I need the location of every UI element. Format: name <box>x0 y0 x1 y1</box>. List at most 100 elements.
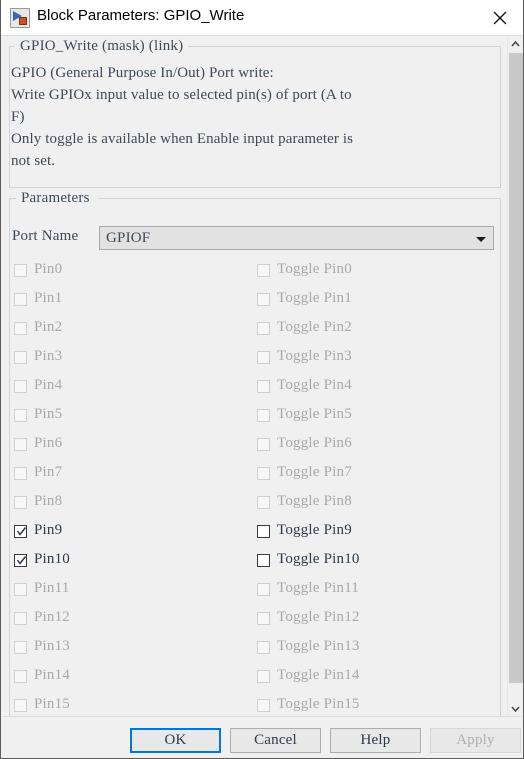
toggle-label-pin8: Toggle Pin8 <box>277 493 352 509</box>
toggle-label-pin10: Toggle Pin10 <box>277 551 360 567</box>
pin-label-pin0: Pin0 <box>34 261 63 277</box>
pin-row: Pin11 Toggle Pin11 <box>1 578 501 607</box>
toggle-checkbox-pin15 <box>257 699 270 712</box>
pin-label-pin4: Pin4 <box>34 377 63 393</box>
port-name-value: GPIOF <box>106 230 151 246</box>
toggle-label-pin9: Toggle Pin9 <box>277 522 352 538</box>
toggle-label-pin12: Toggle Pin12 <box>277 609 360 625</box>
pin-checkbox-pin5 <box>14 409 27 422</box>
pin-row: Pin1 Toggle Pin1 <box>1 288 501 317</box>
toggle-checkbox-pin11 <box>257 583 270 596</box>
toggle-label-pin13: Toggle Pin13 <box>277 638 360 654</box>
port-name-dropdown[interactable]: GPIOF <box>99 226 494 250</box>
toggle-label-pin4: Toggle Pin4 <box>277 377 352 393</box>
toggle-checkbox-pin1 <box>257 293 270 306</box>
pin-label-pin14: Pin14 <box>34 667 71 683</box>
toggle-checkbox-pin3 <box>257 351 270 364</box>
pin-label-pin1: Pin1 <box>34 290 63 306</box>
pin-checkbox-pin0 <box>14 264 27 277</box>
toggle-checkbox-pin5 <box>257 409 270 422</box>
pin-row: Pin2 Toggle Pin2 <box>1 317 501 346</box>
pin-label-pin9: Pin9 <box>34 522 63 538</box>
pin-row: Pin10 Toggle Pin10 <box>1 549 501 578</box>
toggle-checkbox-pin10[interactable] <box>257 554 270 567</box>
pin-checkbox-pin7 <box>14 467 27 480</box>
pin-label-pin6: Pin6 <box>34 435 63 451</box>
pin-label-pin13: Pin13 <box>34 638 71 654</box>
pin-row: Pin6 Toggle Pin6 <box>1 433 501 462</box>
toggle-label-pin3: Toggle Pin3 <box>277 348 352 364</box>
pin-checkbox-pin14 <box>14 670 27 683</box>
pin-label-pin7: Pin7 <box>34 464 63 480</box>
pin-row: Pin13 Toggle Pin13 <box>1 636 501 665</box>
pin-checkbox-pin13 <box>14 641 27 654</box>
pin-row: Pin7 Toggle Pin7 <box>1 462 501 491</box>
port-name-label: Port Name <box>12 228 79 244</box>
pin-checkbox-pin1 <box>14 293 27 306</box>
pin-label-pin5: Pin5 <box>34 406 63 422</box>
toggle-checkbox-pin14 <box>257 670 270 683</box>
pin-label-pin10: Pin10 <box>34 551 71 567</box>
ok-button[interactable]: OK <box>130 728 221 753</box>
toggle-label-pin2: Toggle Pin2 <box>277 319 352 335</box>
toggle-checkbox-pin2 <box>257 322 270 335</box>
toggle-checkbox-pin7 <box>257 467 270 480</box>
pin-label-pin3: Pin3 <box>34 348 63 364</box>
toggle-label-pin5: Toggle Pin5 <box>277 406 352 422</box>
toggle-checkbox-pin9[interactable] <box>257 525 270 538</box>
pin-row: Pin5 Toggle Pin5 <box>1 404 501 433</box>
description-text: GPIO (General Purpose In/Out) Port write… <box>11 65 354 169</box>
toggle-label-pin11: Toggle Pin11 <box>277 580 360 596</box>
scroll-up-button[interactable] <box>508 36 523 53</box>
pin-label-pin15: Pin15 <box>34 696 71 712</box>
scrollbar-thumb[interactable] <box>509 53 523 683</box>
parameters-legend: Parameters <box>17 190 94 207</box>
pin-label-pin2: Pin2 <box>34 319 63 335</box>
title-bar: Block Parameters: GPIO_Write <box>1 0 523 36</box>
pin-label-pin11: Pin11 <box>34 580 70 596</box>
toggle-checkbox-pin12 <box>257 612 270 625</box>
help-button[interactable]: Help <box>330 728 421 753</box>
dialog-button-bar: OK Cancel Help Apply <box>2 716 522 758</box>
toggle-label-pin1: Toggle Pin1 <box>277 290 352 306</box>
pin-label-pin12: Pin12 <box>34 609 71 625</box>
toggle-label-pin7: Toggle Pin7 <box>277 464 352 480</box>
pin-checkbox-pin10[interactable] <box>14 554 27 567</box>
description-legend: GPIO_Write (mask) (link) <box>15 38 189 55</box>
chevron-down-icon <box>476 237 486 242</box>
pin-checkbox-pin12 <box>14 612 27 625</box>
pin-label-pin8: Pin8 <box>34 493 63 509</box>
pin-list: Pin0 Toggle Pin0 Pin1 Toggle Pin1 Pin2 Toggle… <box>1 259 501 723</box>
toggle-checkbox-pin4 <box>257 380 270 393</box>
close-icon[interactable] <box>478 0 523 34</box>
toggle-checkbox-pin6 <box>257 438 270 451</box>
pin-row: Pin0 Toggle Pin0 <box>1 259 501 288</box>
vertical-scrollbar[interactable] <box>507 36 523 718</box>
pin-checkbox-pin8 <box>14 496 27 509</box>
toggle-label-pin15: Toggle Pin15 <box>277 696 360 712</box>
pin-row: Pin4 Toggle Pin4 <box>1 375 501 404</box>
toggle-label-pin0: Toggle Pin0 <box>277 261 352 277</box>
pin-row: Pin3 Toggle Pin3 <box>1 346 501 375</box>
toggle-checkbox-pin0 <box>257 264 270 277</box>
apply-button[interactable]: Apply <box>430 728 521 753</box>
pin-checkbox-pin11 <box>14 583 27 596</box>
pin-row: Pin9 Toggle Pin9 <box>1 520 501 549</box>
toggle-label-pin14: Toggle Pin14 <box>277 667 360 683</box>
pin-checkbox-pin2 <box>14 322 27 335</box>
pin-checkbox-pin9[interactable] <box>14 525 27 538</box>
window-title: Block Parameters: GPIO_Write <box>37 7 245 24</box>
pin-checkbox-pin6 <box>14 438 27 451</box>
simulink-block-icon <box>10 8 30 28</box>
cancel-button[interactable]: Cancel <box>230 728 321 753</box>
toggle-checkbox-pin13 <box>257 641 270 654</box>
pin-checkbox-pin3 <box>14 351 27 364</box>
pin-row: Pin14 Toggle Pin14 <box>1 665 501 694</box>
parameters-panel-border-left <box>9 198 16 199</box>
pin-checkbox-pin15 <box>14 699 27 712</box>
pin-checkbox-pin4 <box>14 380 27 393</box>
pin-row: Pin8 Toggle Pin8 <box>1 491 501 520</box>
block-parameters-dialog: Block Parameters: GPIO_Write GPIO_Write … <box>0 0 524 759</box>
toggle-label-pin6: Toggle Pin6 <box>277 435 352 451</box>
pin-row: Pin12 Toggle Pin12 <box>1 607 501 636</box>
